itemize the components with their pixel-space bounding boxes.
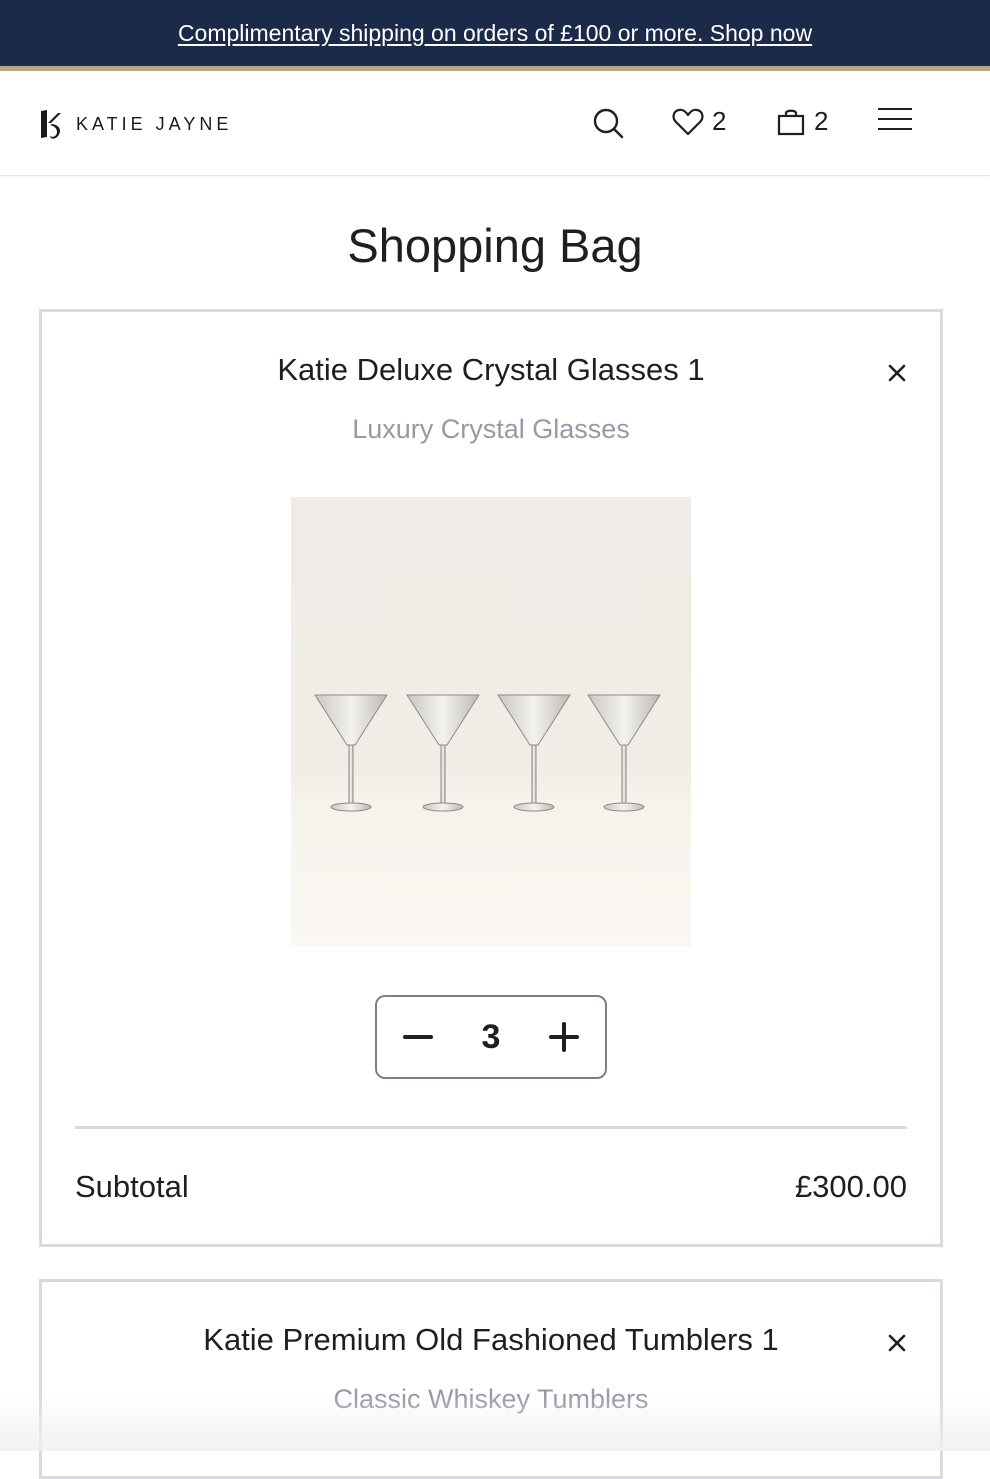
shopping-bag-icon bbox=[777, 109, 805, 135]
wishlist-button[interactable]: 2 bbox=[672, 106, 726, 137]
search-button[interactable] bbox=[592, 107, 624, 139]
martini-glasses-illustration bbox=[314, 694, 661, 812]
subtotal-value: £300.00 bbox=[794, 1169, 907, 1204]
item-name[interactable]: Katie Premium Old Fashioned Tumblers 1 bbox=[42, 1322, 940, 1358]
subtotal-label: Subtotal bbox=[75, 1169, 189, 1204]
decrease-quantity-button[interactable] bbox=[395, 1014, 441, 1060]
promo-bar: Complimentary shipping on orders of £100… bbox=[0, 0, 990, 66]
shopping-bag-button[interactable]: 2 bbox=[776, 106, 828, 137]
quantity-value[interactable]: 3 bbox=[482, 1018, 501, 1057]
minus-icon bbox=[403, 1035, 433, 1039]
site-header: KATIE JAYNE 2 2 bbox=[0, 71, 990, 176]
wishlist-count: 2 bbox=[712, 106, 727, 136]
quantity-stepper: 3 bbox=[375, 995, 607, 1079]
page-title: Shopping Bag bbox=[347, 219, 643, 272]
brand-monogram-icon bbox=[41, 110, 61, 139]
hamburger-menu-icon bbox=[878, 108, 912, 130]
increase-quantity-button[interactable] bbox=[541, 1014, 587, 1060]
remove-item-button[interactable] bbox=[884, 1330, 910, 1356]
item-name[interactable]: Katie Deluxe Crystal Glasses 1 bbox=[42, 352, 940, 388]
promo-link[interactable]: Complimentary shipping on orders of £100… bbox=[178, 20, 812, 47]
plus-icon bbox=[548, 1022, 579, 1052]
item-subtitle: Classic Whiskey Tumblers bbox=[333, 1384, 649, 1414]
cart-item: Katie Premium Old Fashioned Tumblers 1 C… bbox=[39, 1279, 943, 1479]
divider bbox=[75, 1126, 907, 1129]
item-subtitle: Luxury Crystal Glasses bbox=[352, 414, 630, 444]
brand-name: KATIE JAYNE bbox=[76, 113, 233, 134]
close-icon bbox=[888, 1334, 906, 1352]
close-icon bbox=[888, 364, 906, 382]
heart-icon bbox=[672, 108, 704, 135]
search-icon bbox=[593, 108, 624, 139]
remove-item-button[interactable] bbox=[884, 360, 910, 386]
brand-logo[interactable]: KATIE JAYNE bbox=[38, 107, 232, 141]
menu-button[interactable] bbox=[877, 107, 913, 133]
bag-count: 2 bbox=[814, 106, 829, 136]
cart-item: Katie Deluxe Crystal Glasses 1 Luxury Cr… bbox=[39, 309, 943, 1247]
product-image[interactable] bbox=[291, 497, 691, 947]
